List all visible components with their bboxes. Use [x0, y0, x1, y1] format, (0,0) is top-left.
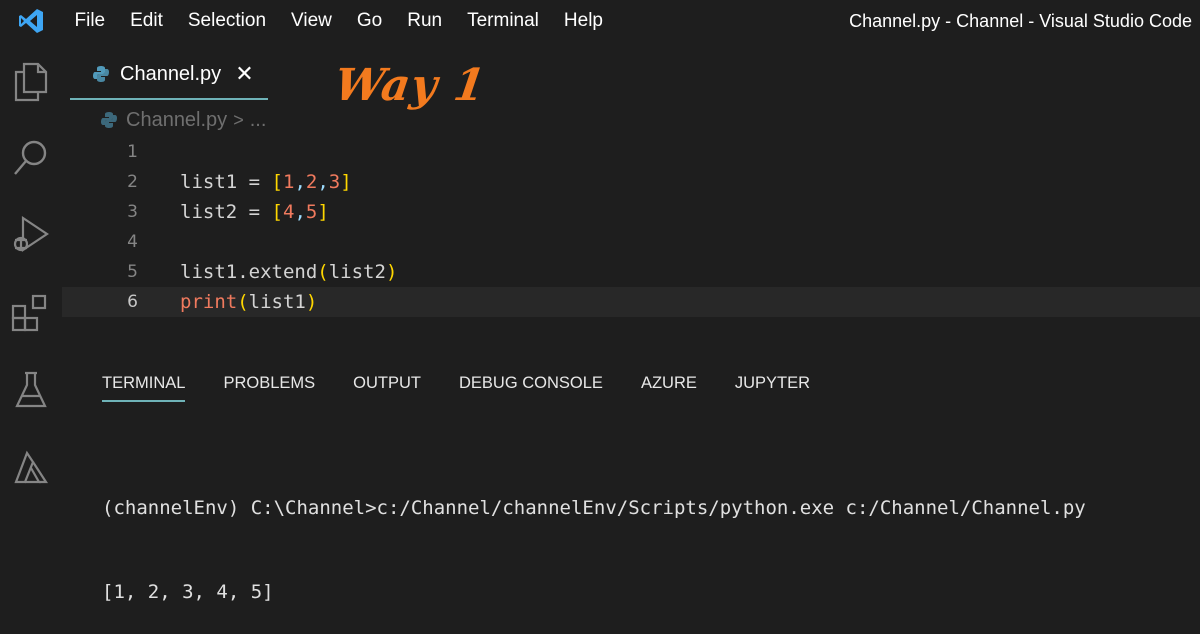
- code-token: ): [385, 261, 398, 283]
- python-file-icon: [92, 65, 110, 83]
- way-annotation: Way 1: [331, 60, 490, 111]
- code-token: =: [237, 171, 272, 193]
- menu-bar: File Edit Selection View Go Run Terminal…: [62, 0, 616, 42]
- code-token: 4: [282, 201, 295, 223]
- search-icon[interactable]: [0, 128, 62, 188]
- code-token: list2: [180, 201, 238, 223]
- title-bar: File Edit Selection View Go Run Terminal…: [0, 0, 1200, 42]
- code-line[interactable]: 6 print(list1): [62, 287, 1200, 317]
- tab-azure[interactable]: AZURE: [641, 372, 697, 402]
- extensions-icon[interactable]: [0, 282, 62, 342]
- menu-terminal[interactable]: Terminal: [455, 0, 552, 42]
- vscode-logo-icon: [0, 0, 62, 42]
- menu-go[interactable]: Go: [344, 0, 394, 42]
- testing-flask-icon[interactable]: [0, 360, 62, 420]
- panel-tabs: TERMINAL PROBLEMS OUTPUT DEBUG CONSOLE A…: [102, 372, 848, 410]
- code-text: list2 = [4,5]: [180, 197, 329, 227]
- code-token: ,: [294, 171, 306, 193]
- code-token: list2: [328, 261, 386, 283]
- breadcrumb-more[interactable]: ...: [250, 109, 267, 132]
- code-token: 5: [305, 201, 318, 223]
- window-title: Channel.py - Channel - Visual Studio Cod…: [849, 11, 1192, 31]
- code-token: 3: [328, 171, 341, 193]
- code-token: list1.extend: [180, 261, 318, 283]
- code-token: (: [237, 291, 249, 313]
- code-token: 2: [305, 171, 318, 193]
- code-token: list1: [248, 291, 306, 313]
- tab-channel-py[interactable]: Channel.py ✕: [70, 50, 268, 100]
- code-token: 1: [282, 171, 295, 193]
- code-text: list1 = [1,2,3]: [180, 167, 352, 197]
- code-token: ,: [294, 201, 306, 223]
- tab-label: Channel.py: [120, 62, 222, 85]
- code-token: print: [180, 291, 238, 313]
- code-text: print(list1): [180, 287, 317, 317]
- line-number: 3: [127, 202, 138, 222]
- line-number: 4: [127, 232, 138, 252]
- menu-selection[interactable]: Selection: [175, 0, 278, 42]
- code-line[interactable]: 3 list2 = [4,5]: [62, 197, 1200, 227]
- line-number: 1: [127, 142, 138, 162]
- explorer-icon[interactable]: [0, 52, 62, 112]
- close-icon[interactable]: ✕: [235, 63, 253, 85]
- activity-bar: [0, 42, 62, 502]
- code-line[interactable]: 1: [62, 137, 1200, 167]
- azure-icon[interactable]: [0, 438, 62, 498]
- code-line[interactable]: 4: [62, 227, 1200, 257]
- code-text: list1.extend(list2): [180, 257, 397, 287]
- menu-help[interactable]: Help: [551, 0, 615, 42]
- code-token: list1: [180, 171, 238, 193]
- code-token: =: [237, 201, 272, 223]
- run-debug-icon[interactable]: [0, 204, 62, 264]
- line-number: 5: [127, 262, 138, 282]
- tab-jupyter[interactable]: JUPYTER: [735, 372, 810, 402]
- line-number: 6: [127, 292, 138, 312]
- code-line[interactable]: 2 list1 = [1,2,3]: [62, 167, 1200, 197]
- terminal-line: [1, 2, 3, 4, 5]: [102, 581, 274, 603]
- menu-view[interactable]: View: [279, 0, 345, 42]
- terminal-line: (channelEnv) C:\Channel>c:/Channel/chann…: [102, 497, 1086, 519]
- code-token: ]: [340, 171, 352, 193]
- menu-edit[interactable]: Edit: [118, 0, 176, 42]
- terminal-output[interactable]: (channelEnv) C:\Channel>c:/Channel/chann…: [102, 438, 1086, 634]
- tab-output[interactable]: OUTPUT: [353, 372, 421, 402]
- code-token: [: [271, 171, 283, 193]
- breadcrumb: Channel.py > ...: [100, 106, 266, 134]
- code-token: ): [305, 291, 318, 313]
- tab-debug-console[interactable]: DEBUG CONSOLE: [459, 372, 603, 402]
- code-token: ]: [317, 201, 329, 223]
- menu-file[interactable]: File: [62, 0, 118, 42]
- code-token: ,: [317, 171, 329, 193]
- code-token: [: [271, 201, 283, 223]
- tab-problems[interactable]: PROBLEMS: [223, 372, 315, 402]
- python-file-icon: [100, 111, 118, 129]
- chevron-right-icon: >: [233, 109, 244, 130]
- tab-terminal[interactable]: TERMINAL: [102, 372, 186, 402]
- menu-run[interactable]: Run: [395, 0, 455, 42]
- code-token: (: [317, 261, 329, 283]
- breadcrumb-file[interactable]: Channel.py: [126, 109, 227, 132]
- code-line[interactable]: 5 list1.extend(list2): [62, 257, 1200, 287]
- line-number: 2: [127, 172, 138, 192]
- code-editor[interactable]: 1 2 list1 = [1,2,3] 3 list2 = [4,5] 4 5 list1.e…: [62, 137, 1200, 317]
